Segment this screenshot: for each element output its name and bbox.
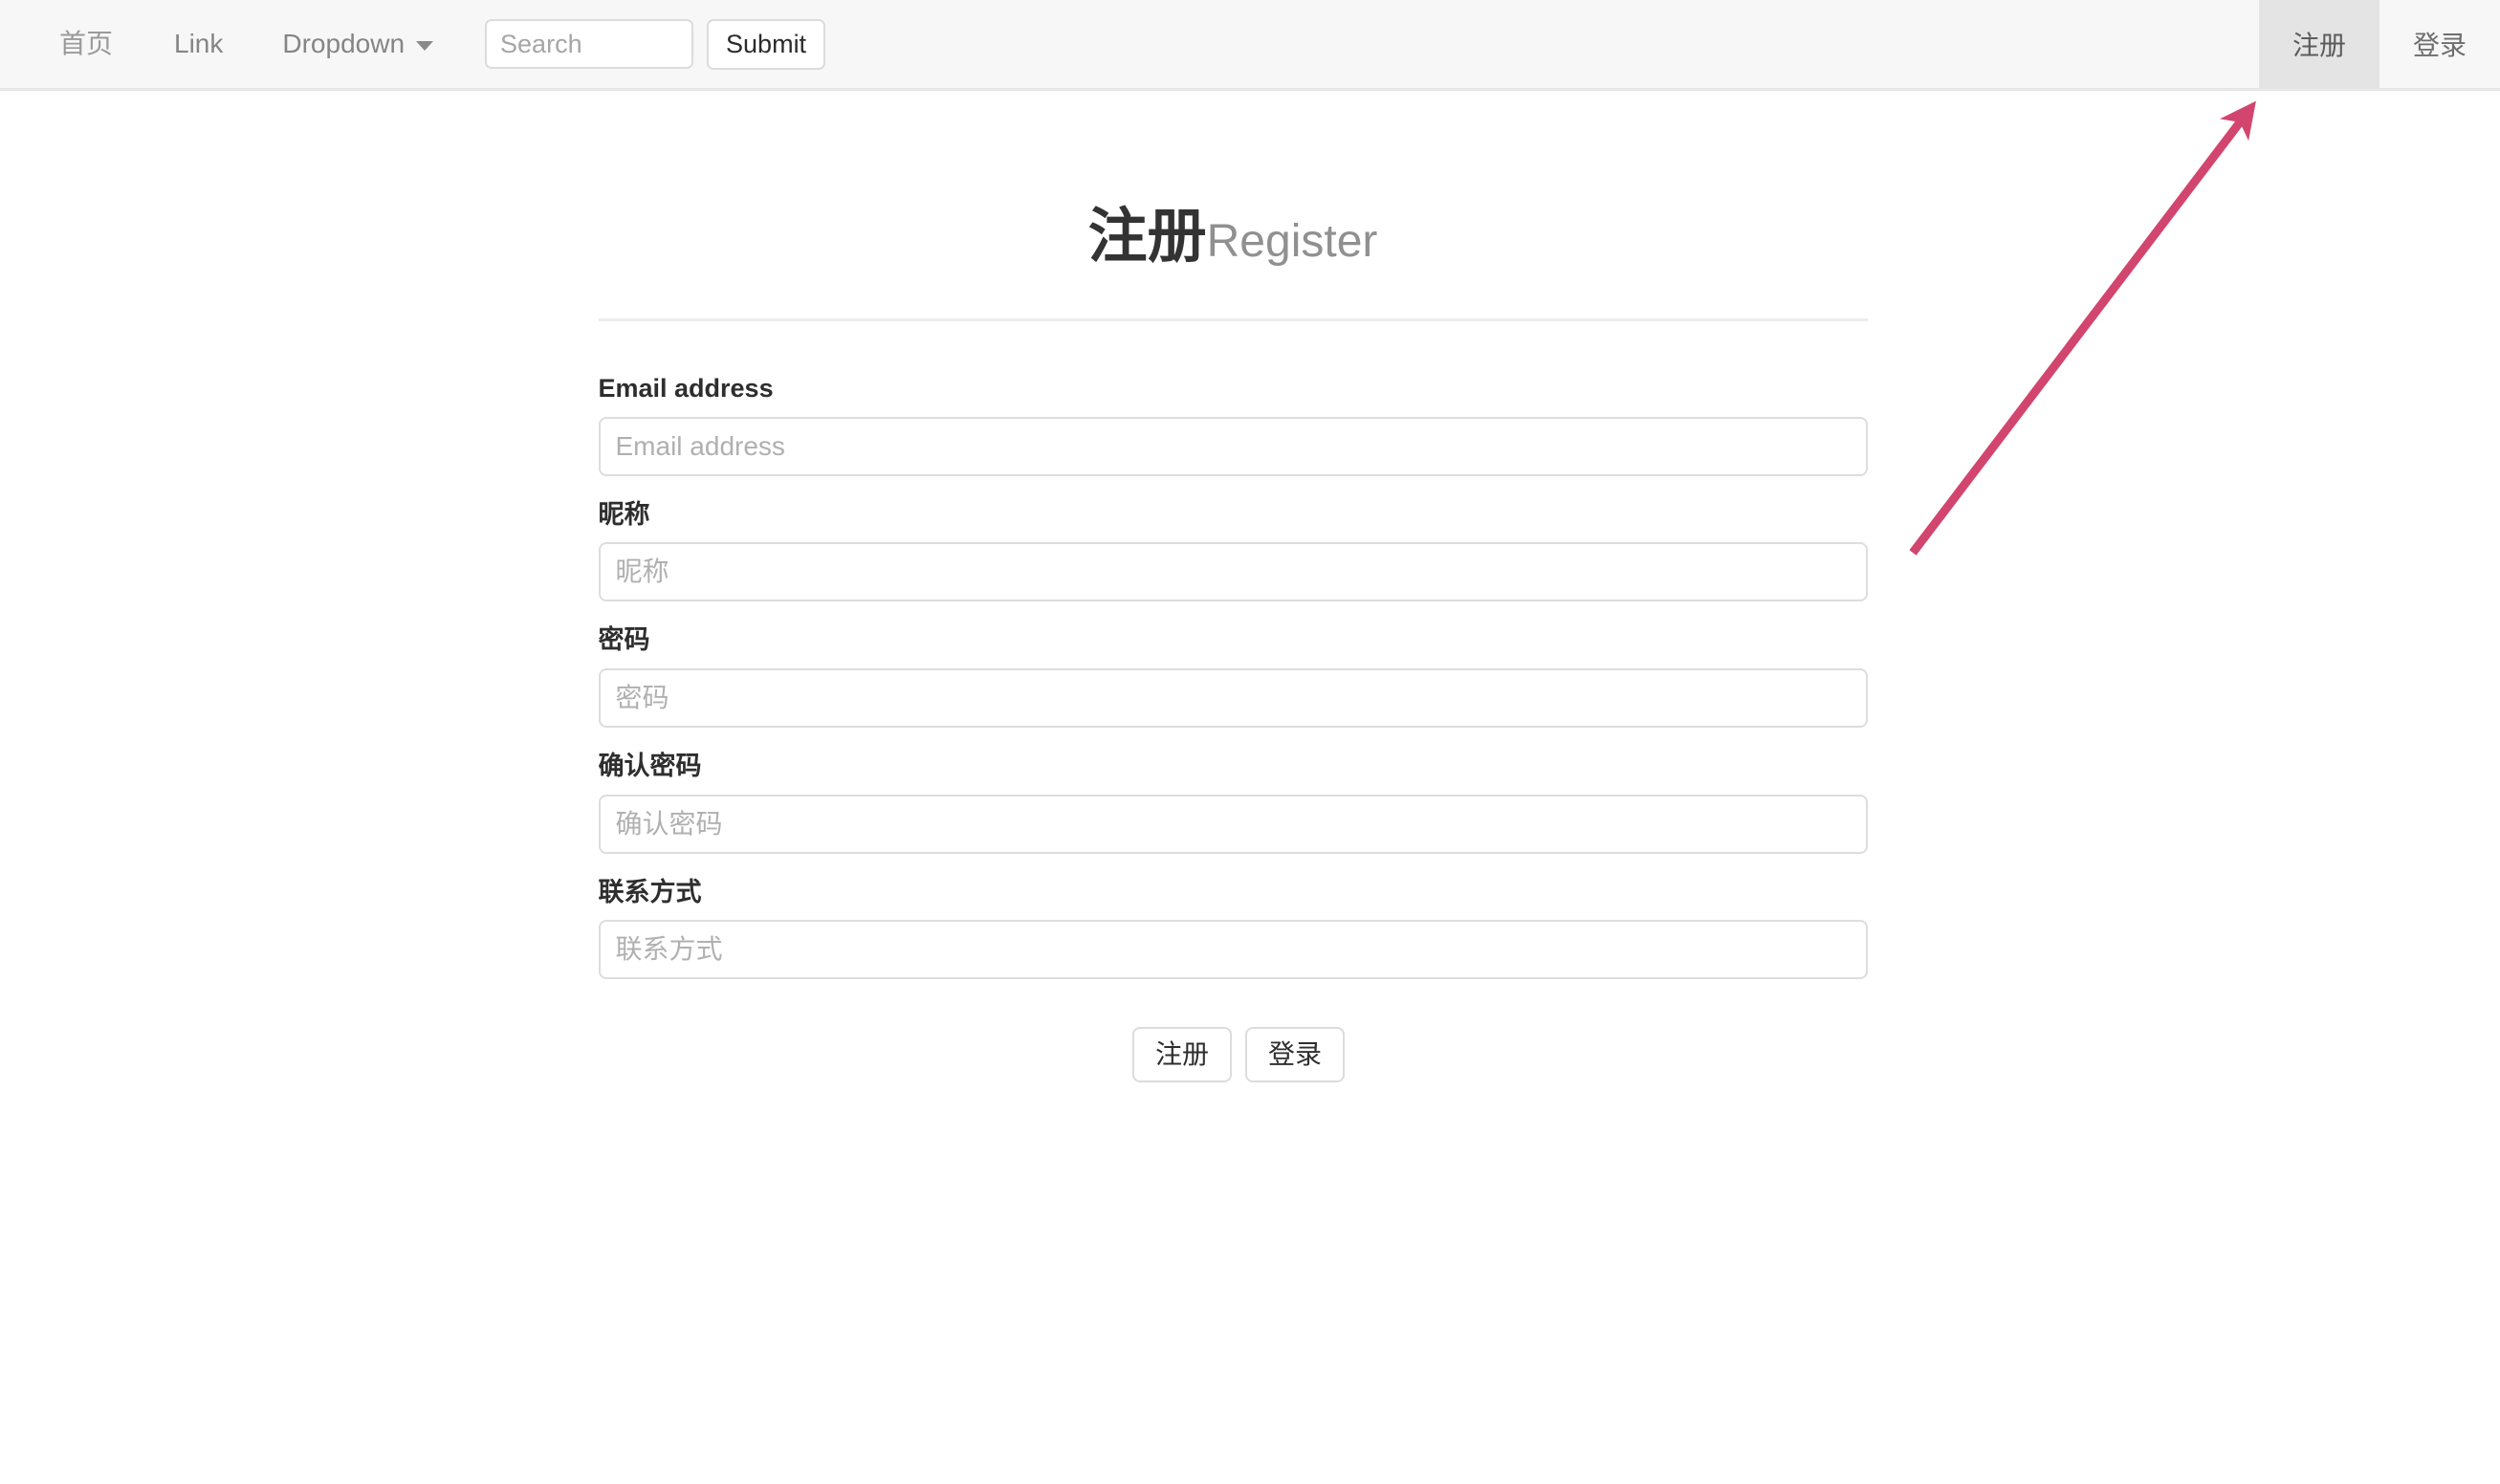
label-email: Email address: [598, 374, 774, 403]
label-nickname: 昵称: [598, 499, 650, 529]
nav-item-dropdown-label: Dropdown: [282, 29, 406, 58]
password-field[interactable]: [598, 668, 1868, 729]
top-navbar: 首页 Link Dropdown Submit 注册 登录: [0, 0, 2500, 91]
page-title-en: Register: [1206, 216, 1378, 267]
page-title-cn: 注册: [1087, 204, 1207, 270]
form-group-contact: 联系方式: [598, 877, 1868, 980]
confirm-password-field[interactable]: [598, 794, 1868, 854]
form-group-nickname: 昵称: [598, 499, 1868, 602]
label-password: 密码: [598, 625, 650, 655]
register-form-container: 注册Register Email address 昵称 密码 确认密码 联系方式…: [598, 91, 1868, 1083]
navbar-left-group: 首页 Link Dropdown Submit: [0, 0, 826, 88]
form-group-email: Email address: [598, 321, 1868, 476]
chevron-down-icon: [416, 41, 434, 51]
page-content: 注册Register Email address 昵称 密码 确认密码 联系方式…: [0, 91, 2500, 1083]
form-group-confirm-password: 确认密码: [598, 752, 1868, 854]
page-title: 注册Register: [599, 91, 1868, 267]
form-button-row: 注册 登录: [599, 1004, 1868, 1083]
label-confirm-password: 确认密码: [598, 752, 702, 781]
search-submit-button[interactable]: Submit: [707, 18, 826, 70]
nav-item-home[interactable]: 首页: [59, 31, 113, 57]
nav-item-login[interactable]: 登录: [2379, 0, 2500, 88]
form-group-password: 密码: [598, 625, 1868, 729]
nav-item-dropdown[interactable]: Dropdown: [282, 29, 434, 58]
label-contact: 联系方式: [598, 877, 702, 906]
contact-field[interactable]: [598, 920, 1868, 980]
navbar-search-form: Submit: [485, 18, 826, 70]
nickname-field[interactable]: [598, 542, 1868, 602]
navbar-right-group: 注册 登录: [2258, 0, 2500, 88]
login-button[interactable]: 登录: [1245, 1027, 1346, 1083]
nav-item-link[interactable]: Link: [174, 31, 223, 57]
register-button[interactable]: 注册: [1131, 1027, 1232, 1083]
search-input[interactable]: [485, 19, 694, 69]
nav-item-register[interactable]: 注册: [2258, 0, 2379, 88]
email-field[interactable]: [598, 416, 1868, 476]
